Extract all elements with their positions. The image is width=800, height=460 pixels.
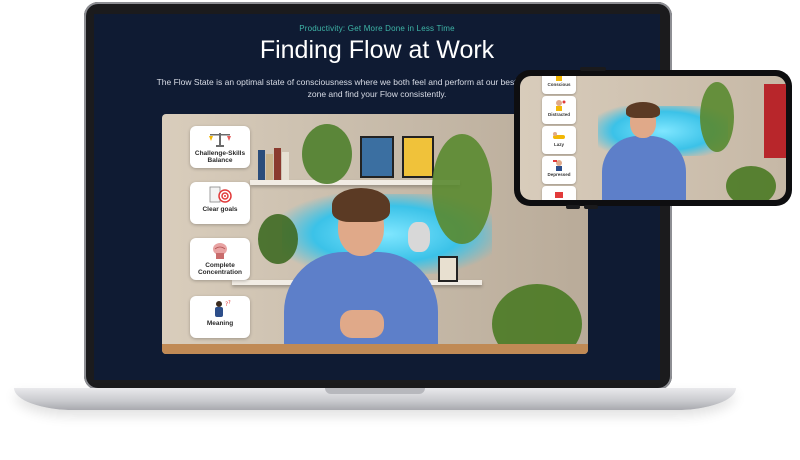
book [282,152,289,180]
laptop-notch [325,388,425,394]
distracted-icon [556,100,566,111]
balance-icon [209,133,231,147]
lazy-icon [553,132,565,139]
phone-screen[interactable]: Conscious Distracted Lazy Depressed [520,76,786,200]
svg-text:?: ? [228,300,231,306]
desk [162,344,588,354]
phone-card-distracted: Distracted [542,96,576,124]
phone-card-conscious: Conscious [542,76,576,94]
presenter-body [284,252,438,354]
shelf [250,180,460,185]
phone-button [584,205,598,209]
card-label: Distracted [547,112,570,117]
wall-art [402,136,434,178]
target-icon [209,186,232,203]
concept-card-challenge-skills: Challenge-Skills Balance [190,126,250,168]
page-title: Finding Flow at Work [259,36,495,64]
wall-art [764,84,786,158]
depressed-icon [553,160,562,171]
presenter-hair [626,102,660,118]
card-label: Lazy [553,142,564,147]
person-icon [556,76,562,81]
card-label: Conscious [547,82,571,87]
concept-card-concentration: Complete Concentration [190,238,250,280]
card-label: Depressed [547,172,571,177]
card-label: Clear goals [202,206,238,213]
card-label: Complete Concentration [197,262,243,276]
plant [258,214,298,264]
person-icon [555,192,563,198]
book [274,148,281,180]
presenter-hair [332,188,390,222]
presenter-hands [340,310,384,338]
presenter-body [602,136,686,200]
phone-button [580,67,606,71]
bust-sculpture [408,222,430,252]
card-label: Meaning [206,320,234,327]
concept-card-meaning: ? ? Meaning [190,296,250,338]
thinking-person-icon: ? ? [215,300,231,317]
concept-card-clear-goals: Clear goals [190,182,250,224]
card-label: Challenge-Skills Balance [194,150,246,164]
wall-art [438,256,458,282]
wall-art [360,136,394,178]
plant [432,134,492,244]
phone-card-depressed: Depressed [542,156,576,184]
phone-card-extra [542,186,576,200]
book [266,154,273,180]
plant [700,82,734,152]
plant [302,124,352,184]
phone-button [566,205,580,209]
course-category[interactable]: Productivity: Get More Done in Less Time [94,24,660,33]
phone-card-lazy: Lazy [542,126,576,154]
brain-icon [213,243,227,259]
plant [726,166,776,200]
book [258,150,265,180]
